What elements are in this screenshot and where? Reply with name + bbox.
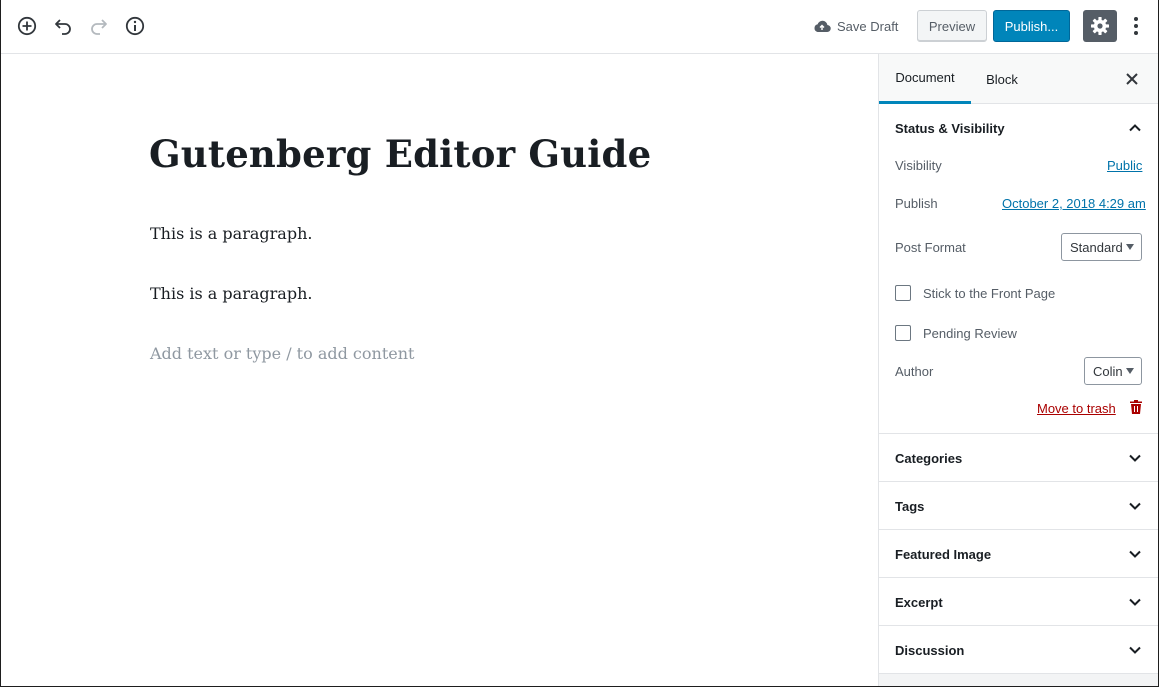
publish-label: Publish xyxy=(895,196,938,211)
post-title[interactable]: Gutenberg Editor Guide xyxy=(149,132,651,176)
panel-tags-toggle[interactable]: Tags xyxy=(879,482,1158,530)
header-toolbar: Save Draft Preview Publish... xyxy=(1,0,1158,54)
post-format-select[interactable]: Standard xyxy=(1061,233,1142,261)
stick-to-front-label[interactable]: Stick to the Front Page xyxy=(923,286,1055,301)
undo-icon[interactable] xyxy=(50,13,76,39)
tab-block[interactable]: Block xyxy=(971,54,1033,104)
pending-review-label[interactable]: Pending Review xyxy=(923,326,1017,341)
stick-to-front-checkbox[interactable] xyxy=(895,285,911,301)
pending-review-checkbox[interactable] xyxy=(895,325,911,341)
more-menu-button[interactable] xyxy=(1126,13,1146,39)
more-vertical-icon xyxy=(1134,17,1138,35)
panel-status-visibility-toggle[interactable]: Status & Visibility xyxy=(879,104,1158,152)
post-format-label: Post Format xyxy=(895,240,966,255)
panel-featured-image-toggle[interactable]: Featured Image xyxy=(879,530,1158,578)
post-format-value: Standard xyxy=(1070,239,1123,255)
panel-excerpt-toggle[interactable]: Excerpt xyxy=(879,578,1158,626)
chevron-down-icon xyxy=(1129,646,1141,654)
sidebar-tabs: Document Block xyxy=(879,54,1158,104)
caret-down-icon xyxy=(1126,368,1134,374)
visibility-label: Visibility xyxy=(895,158,942,173)
save-draft-button[interactable]: Save Draft xyxy=(813,14,898,38)
panel-title: Categories xyxy=(895,450,963,466)
visibility-toggle[interactable]: Public xyxy=(1107,158,1142,173)
caret-down-icon xyxy=(1126,244,1134,250)
publish-button[interactable]: Publish... xyxy=(993,10,1070,42)
sidebar-footer-area xyxy=(879,674,1158,686)
panel-title: Excerpt xyxy=(895,594,943,610)
move-to-trash-button[interactable]: Move to trash xyxy=(1037,401,1116,416)
chevron-down-icon xyxy=(1129,454,1141,462)
close-icon xyxy=(1126,73,1138,85)
redo-icon[interactable] xyxy=(86,13,112,39)
panel-categories-toggle[interactable]: Categories xyxy=(879,434,1158,482)
chevron-down-icon xyxy=(1129,598,1141,606)
panel-discussion-toggle[interactable]: Discussion xyxy=(879,626,1158,674)
cloud-upload-icon xyxy=(814,20,831,33)
panel-title: Tags xyxy=(895,498,925,514)
panel-title: Status & Visibility xyxy=(895,120,1005,136)
chevron-up-icon xyxy=(1129,124,1141,132)
paragraph-block[interactable]: This is a paragraph. xyxy=(150,284,312,303)
trash-icon[interactable] xyxy=(1129,399,1143,415)
publish-date-toggle[interactable]: October 2, 2018 4:29 am xyxy=(1002,196,1146,211)
author-select[interactable]: Colin xyxy=(1084,357,1142,385)
editor-canvas: Gutenberg Editor Guide This is a paragra… xyxy=(1,54,878,686)
default-block-appender[interactable]: Add text or type / to add content xyxy=(150,344,414,363)
info-icon[interactable] xyxy=(122,13,148,39)
panel-title: Discussion xyxy=(895,642,965,658)
editor-window: Save Draft Preview Publish... Gutenberg … xyxy=(0,0,1159,687)
settings-button[interactable] xyxy=(1083,10,1117,42)
author-label: Author xyxy=(895,364,934,379)
add-block-icon[interactable] xyxy=(14,13,40,39)
gear-icon xyxy=(1091,17,1109,35)
preview-button[interactable]: Preview xyxy=(917,10,987,42)
save-draft-label: Save Draft xyxy=(837,18,899,34)
author-value: Colin xyxy=(1093,363,1123,379)
close-sidebar-button[interactable] xyxy=(1122,69,1142,89)
paragraph-block[interactable]: This is a paragraph. xyxy=(150,224,312,243)
chevron-down-icon xyxy=(1129,550,1141,558)
settings-sidebar: Document Block Status & Visibility Visib… xyxy=(878,54,1158,686)
panel-title: Featured Image xyxy=(895,546,992,562)
chevron-down-icon xyxy=(1129,502,1141,510)
tab-document[interactable]: Document xyxy=(879,54,971,104)
